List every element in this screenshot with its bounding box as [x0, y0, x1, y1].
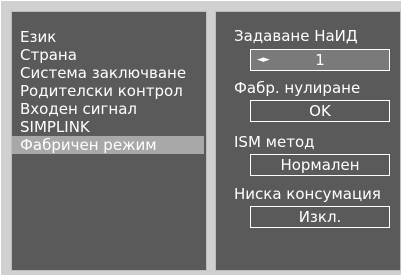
factory-reset-ok-button[interactable]: OK — [250, 100, 390, 122]
menu-item-parental-control[interactable]: Родителски контрол — [12, 82, 206, 100]
ism-method-label: ISM метод — [234, 133, 315, 151]
menu-list-panel: Език Страна Система заключване Родителск… — [11, 11, 207, 271]
set-id-value: 1 — [315, 51, 325, 69]
ism-method-selector[interactable]: Нормален — [250, 154, 390, 176]
low-power-selector[interactable]: Изкл. — [250, 206, 390, 228]
settings-panel: Задаване НаИД ◄► 1 Фабр. нулиране OK ISM… — [215, 11, 401, 271]
factory-reset-label: Фабр. нулиране — [234, 79, 361, 97]
setting-factory-reset: Фабр. нулиране OK — [216, 78, 400, 122]
tv-menu-screen: Език Страна Система заключване Родителск… — [1, 1, 401, 275]
low-power-value: Изкл. — [298, 208, 342, 226]
menu-item-country[interactable]: Страна — [12, 46, 206, 64]
ism-method-value: Нормален — [280, 156, 360, 174]
menu-list: Език Страна Система заключване Родителск… — [12, 28, 206, 154]
menu-item-simplink[interactable]: SIMPLINK — [12, 118, 206, 136]
set-id-selector[interactable]: ◄► 1 — [250, 49, 390, 71]
setting-ism-method: ISM метод Нормален — [216, 132, 400, 176]
setting-low-power: Ниска консумация Изкл. — [216, 184, 400, 228]
left-right-arrows-icon: ◄► — [257, 55, 270, 65]
menu-item-language[interactable]: Език — [12, 28, 206, 46]
menu-item-lock-system[interactable]: Система заключване — [12, 64, 206, 82]
menu-item-input-signal[interactable]: Входен сигнал — [12, 100, 206, 118]
low-power-label: Ниска консумация — [234, 185, 381, 203]
set-id-label: Задаване НаИД — [234, 27, 358, 45]
menu-item-factory-mode[interactable]: Фабричен режим — [12, 136, 204, 154]
setting-set-id: Задаване НаИД ◄► 1 — [216, 26, 400, 71]
factory-reset-value: OK — [309, 102, 331, 120]
